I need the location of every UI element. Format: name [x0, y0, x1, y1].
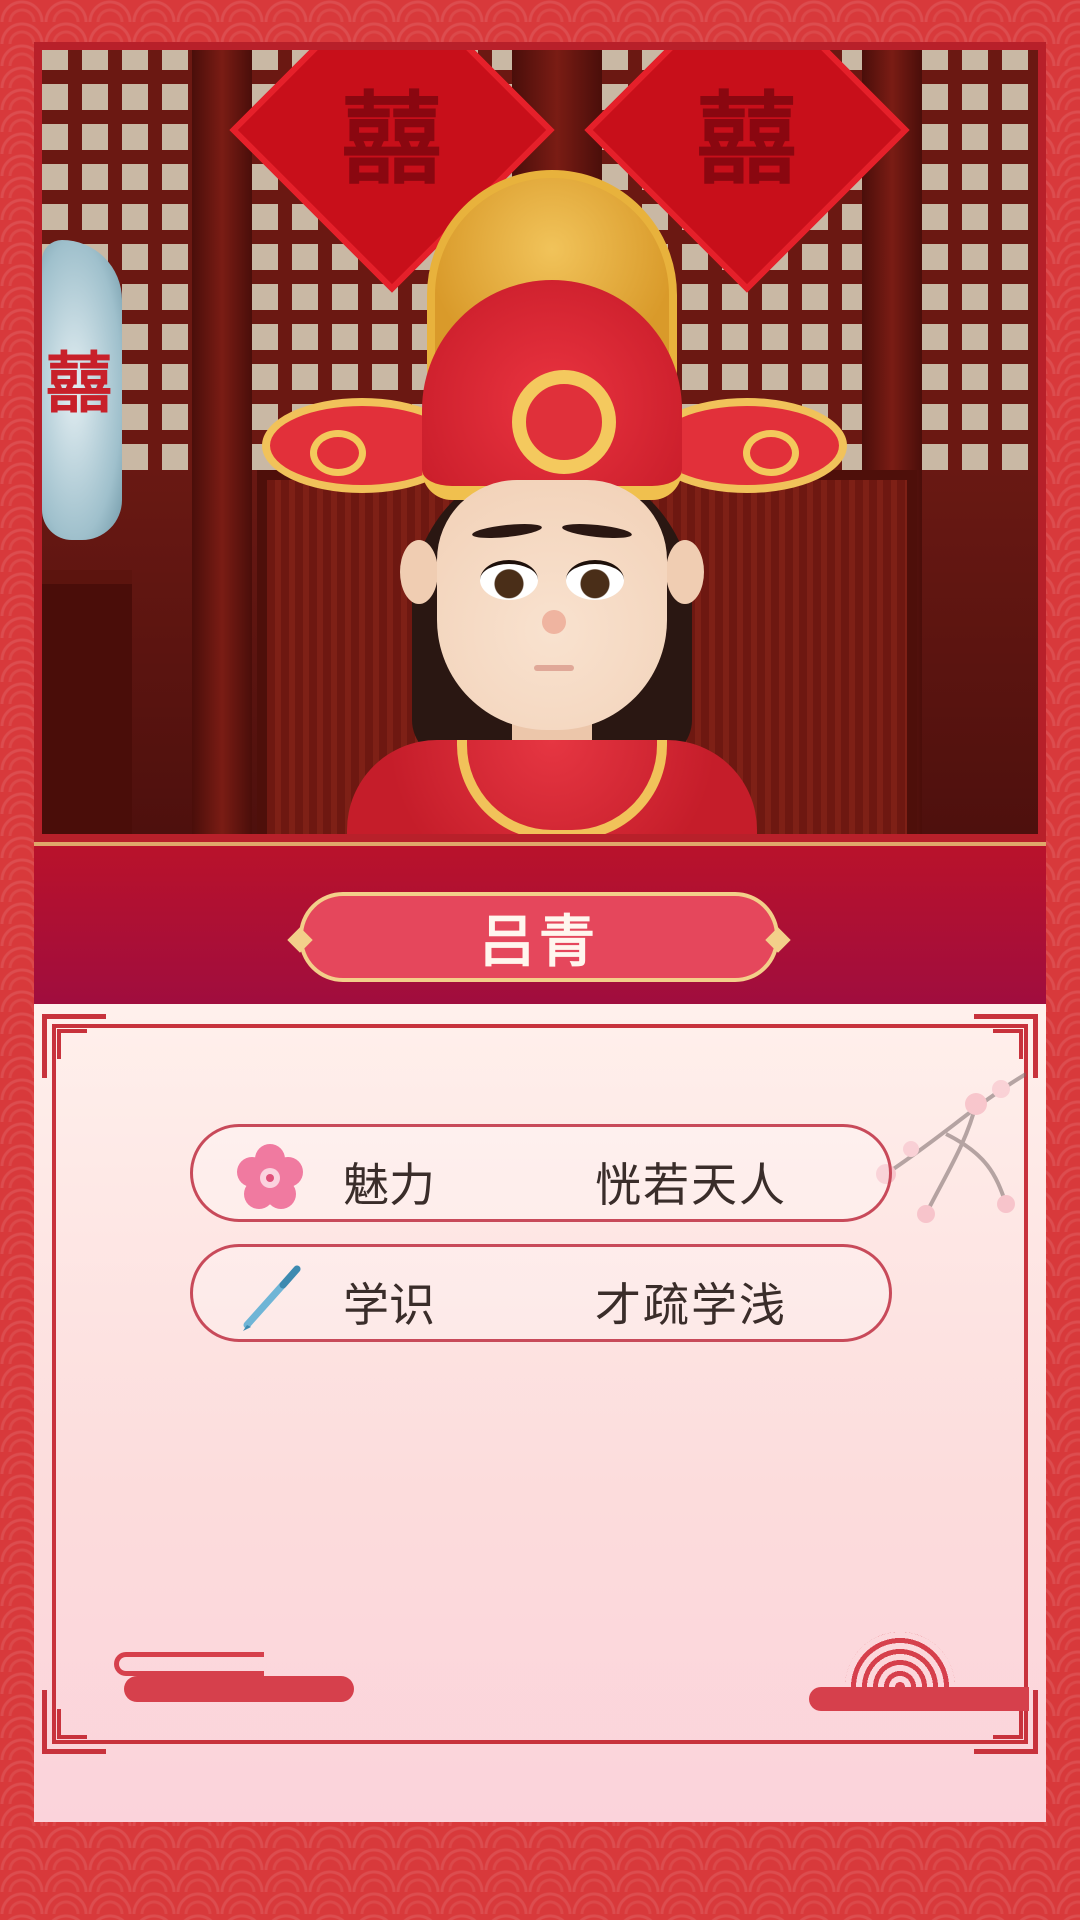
cloud-ornament-left	[114, 1652, 354, 1702]
name-banner: 吕青	[34, 842, 1046, 1004]
avatar-nose	[542, 610, 566, 634]
character-portrait: 囍 囍 囍	[34, 42, 1046, 842]
wedding-robe	[347, 740, 757, 834]
window-lattice	[922, 50, 1038, 470]
avatar-eye	[566, 560, 624, 600]
attribute-card: 魅力 恍若天人 学识 才疏学浅	[34, 1004, 1046, 1822]
brush-pen-icon	[243, 1265, 301, 1331]
stat-value: 才疏学浅	[595, 1278, 787, 1332]
wood-pillar	[192, 50, 252, 834]
stat-value: 恍若天人	[595, 1158, 787, 1212]
stat-row-knowledge: 学识 才疏学浅	[190, 1244, 892, 1342]
avatar-mouth	[534, 665, 574, 671]
character-avatar	[262, 140, 847, 834]
cloud-ornament-right	[809, 1632, 1029, 1712]
character-name: 吕青	[479, 909, 599, 975]
frame-corner	[42, 1690, 106, 1754]
plum-blossom-icon	[237, 1144, 303, 1209]
avatar-face	[437, 480, 667, 730]
stat-label: 学识	[343, 1278, 435, 1332]
side-table	[42, 570, 132, 834]
stat-row-charm: 魅力 恍若天人	[190, 1124, 892, 1222]
porcelain-vase: 囍	[42, 240, 122, 540]
avatar-eye	[480, 560, 538, 600]
frame-corner	[42, 1014, 106, 1078]
stat-label: 魅力	[343, 1158, 435, 1212]
avatar-ear	[400, 540, 438, 604]
name-plate: 吕青	[299, 892, 779, 982]
vase-double-happiness: 囍	[46, 344, 112, 422]
avatar-ear	[666, 540, 704, 604]
